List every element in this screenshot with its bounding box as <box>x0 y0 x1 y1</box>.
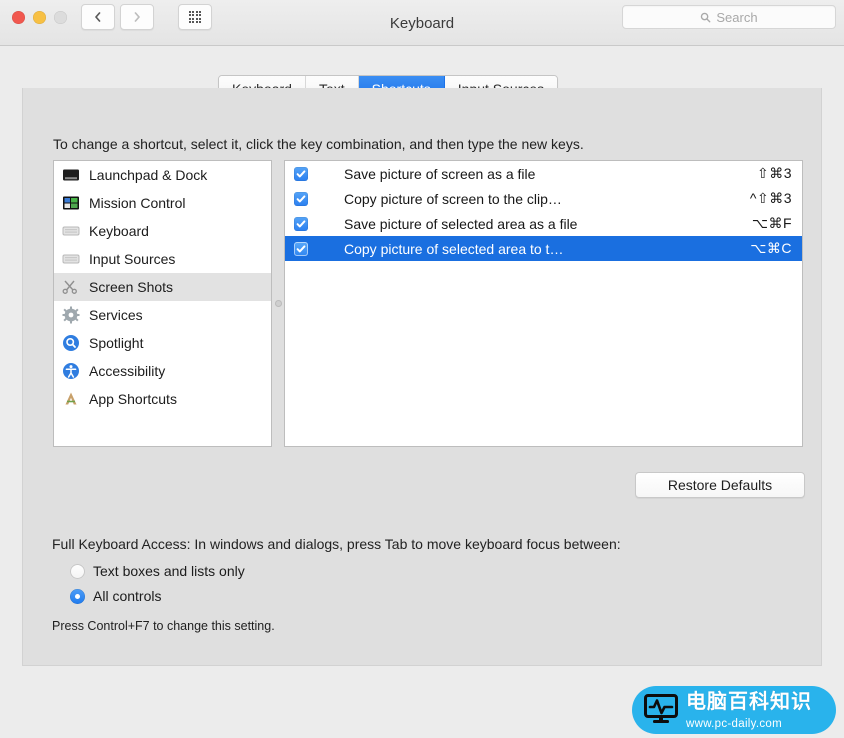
grid-icon <box>188 10 202 24</box>
spotlight-magnifier-icon <box>62 334 80 352</box>
radio-all-controls[interactable]: All controls <box>70 588 161 604</box>
watermark-text: 电脑百科知识 www.pc-daily.com <box>686 690 832 732</box>
checkmark-icon <box>296 194 306 202</box>
control-f7-hint: Press Control+F7 to change this setting. <box>52 619 275 633</box>
shortcut-checkbox[interactable] <box>294 166 308 181</box>
radio-label: Text boxes and lists only <box>93 563 245 579</box>
shortcut-checkbox[interactable] <box>294 191 308 206</box>
shortcut-label: Save picture of screen as a file <box>344 165 536 182</box>
shortcut-keys[interactable]: ⌥⌘C <box>750 240 792 257</box>
restore-defaults-button[interactable]: Restore Defaults <box>635 472 805 498</box>
shortcut-category-list[interactable]: Launchpad & Dock Mission Control Keyboar… <box>53 160 272 447</box>
app-shortcuts-icon <box>62 390 80 408</box>
shortcut-items-list[interactable]: Save picture of screen as a file ⇧⌘3 Cop… <box>284 160 803 447</box>
radio-button-selected[interactable] <box>70 588 85 604</box>
sidebar-item-label: Keyboard <box>89 223 149 239</box>
monitor-pulse-icon <box>644 694 678 723</box>
shortcut-label: Save picture of selected area as a file <box>344 215 578 232</box>
close-button[interactable] <box>12 11 25 24</box>
search-icon <box>701 12 711 22</box>
forward-button[interactable] <box>120 4 154 30</box>
shortcut-row-save-selected-area-file[interactable]: Save picture of selected area as a file … <box>285 211 802 236</box>
sidebar-item-label: Spotlight <box>89 335 144 351</box>
watermark-url: www.pc-daily.com <box>686 718 782 730</box>
checkmark-icon <box>296 169 306 177</box>
shortcut-checkbox[interactable] <box>294 241 308 256</box>
forward-chevron-icon <box>134 12 140 22</box>
shortcut-keys[interactable]: ⌥⌘F <box>752 215 792 232</box>
traffic-lights <box>12 11 67 24</box>
sidebar-item-spotlight[interactable]: Spotlight <box>54 329 271 357</box>
radio-text-boxes-and-lists-only[interactable]: Text boxes and lists only <box>70 563 245 579</box>
back-chevron-icon <box>95 12 101 22</box>
full-keyboard-access-label: Full Keyboard Access: In windows and dia… <box>52 536 621 552</box>
watermark: 电脑百科知识 www.pc-daily.com <box>632 686 836 734</box>
checkmark-icon <box>296 244 306 252</box>
back-button[interactable] <box>81 4 115 30</box>
radio-label: All controls <box>93 588 162 604</box>
sidebar-item-input-sources[interactable]: Input Sources <box>54 245 271 273</box>
shortcuts-pane: To change a shortcut, select it, click t… <box>22 88 822 666</box>
shortcut-label: Copy picture of screen to the clip… <box>344 190 562 207</box>
shortcut-checkbox[interactable] <box>294 216 308 231</box>
shortcut-keys[interactable]: ^⇧⌘3 <box>750 190 792 207</box>
zoom-button <box>54 11 67 24</box>
sidebar-item-app-shortcuts[interactable]: App Shortcuts <box>54 385 271 413</box>
keyboard-icon <box>62 222 80 240</box>
sidebar-item-label: Input Sources <box>89 251 176 267</box>
divider-grip-icon <box>274 300 282 307</box>
sidebar-item-launchpad-dock[interactable]: Launchpad & Dock <box>54 161 271 189</box>
accessibility-icon <box>62 362 80 380</box>
minimize-button[interactable] <box>33 11 46 24</box>
sidebar-item-label: Accessibility <box>89 363 166 379</box>
checkmark-icon <box>296 219 306 227</box>
mission-control-icon <box>62 194 80 212</box>
sidebar-item-keyboard[interactable]: Keyboard <box>54 217 271 245</box>
search-field[interactable]: Search <box>622 5 836 29</box>
split-view-divider[interactable] <box>273 160 283 447</box>
sidebar-item-label: Launchpad & Dock <box>89 167 208 183</box>
input-sources-icon <box>62 250 80 268</box>
sidebar-item-label: Mission Control <box>89 195 186 211</box>
sidebar-item-label: App Shortcuts <box>89 391 177 407</box>
sidebar-item-accessibility[interactable]: Accessibility <box>54 357 271 385</box>
shortcut-row-copy-selected-area-clipboard[interactable]: Copy picture of selected area to t… ⌥⌘C <box>285 236 802 261</box>
shortcut-label: Copy picture of selected area to t… <box>344 240 564 257</box>
navigation-buttons <box>81 4 154 30</box>
screen-shots-icon <box>62 278 80 296</box>
sidebar-item-label: Services <box>89 307 143 323</box>
shortcut-keys[interactable]: ⇧⌘3 <box>757 165 792 182</box>
window-titlebar: Keyboard Search <box>0 0 844 46</box>
sidebar-item-label: Screen Shots <box>89 279 174 295</box>
shortcut-row-copy-screen-clipboard[interactable]: Copy picture of screen to the clip… ^⇧⌘3 <box>285 186 802 211</box>
sidebar-item-services[interactable]: Services <box>54 301 271 329</box>
show-all-button[interactable] <box>178 4 212 30</box>
radio-button[interactable] <box>70 563 85 579</box>
shortcut-row-save-screen-file[interactable]: Save picture of screen as a file ⇧⌘3 <box>285 161 802 186</box>
services-gear-icon <box>62 306 80 324</box>
sidebar-item-screen-shots[interactable]: Screen Shots <box>54 273 271 301</box>
watermark-site-name: 电脑百科知识 <box>686 691 812 713</box>
search-placeholder: Search <box>716 9 758 25</box>
instructions-text: To change a shortcut, select it, click t… <box>53 136 584 152</box>
sidebar-item-mission-control[interactable]: Mission Control <box>54 189 271 217</box>
launchpad-dock-icon <box>62 166 80 184</box>
